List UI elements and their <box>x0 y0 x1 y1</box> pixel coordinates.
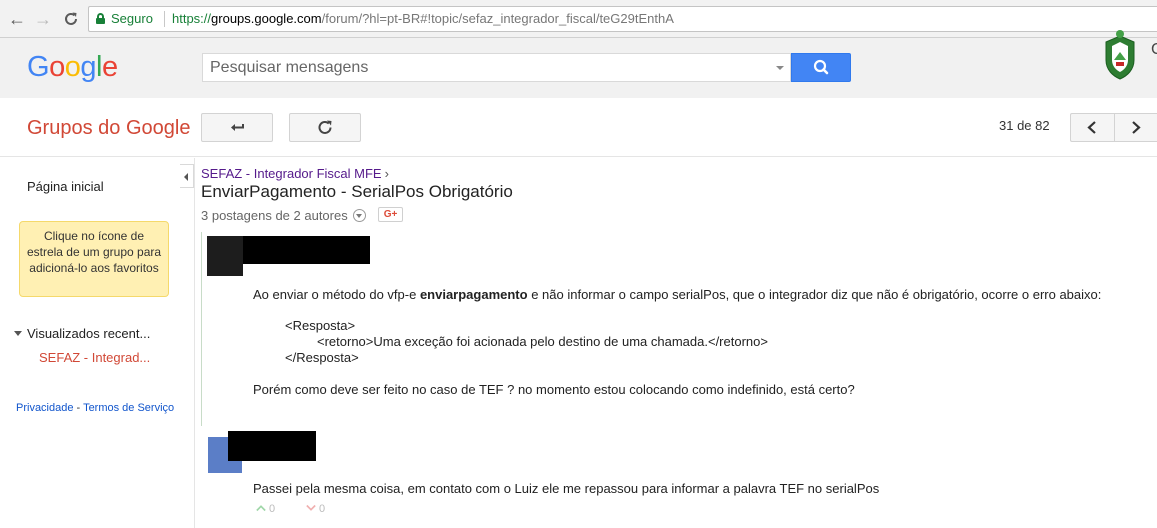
redacted-author <box>228 431 316 461</box>
triangle-down-icon <box>14 331 22 336</box>
chevron-up-icon <box>256 505 266 512</box>
search-box <box>202 53 791 82</box>
footer-dash: - <box>73 402 84 414</box>
privacy-link[interactable]: Privacidade <box>16 402 73 414</box>
collapse-sidebar-button[interactable] <box>180 164 194 188</box>
search-input[interactable] <box>203 54 773 81</box>
left-nav: Página inicial Clique no ícone de estrel… <box>0 158 180 528</box>
upvote-count: 0 <box>269 503 276 515</box>
logo-letter: o <box>64 51 81 83</box>
groups-title[interactable]: Grupos do Google <box>27 117 190 140</box>
message-body-line: Ao enviar o método do vfp-e enviarpagame… <box>253 287 1101 302</box>
secure-label: Seguro <box>111 11 153 26</box>
message-thread-border <box>201 232 202 426</box>
lock-icon <box>96 13 105 24</box>
favorites-tip: Clique no ícone de estrela de um grupo p… <box>19 221 169 297</box>
message-code-line: <Resposta> <box>285 318 356 333</box>
nav-divider <box>194 158 195 528</box>
logo-letter: e <box>101 51 118 83</box>
footer-links: Privacidade - Termos de Serviço <box>16 402 174 414</box>
message-code-line: </Resposta> <box>285 350 359 365</box>
message-text: e não informar o campo serialPos, que o … <box>527 287 1102 302</box>
google-logo[interactable]: Google <box>27 51 118 84</box>
breadcrumb-group-link[interactable]: SEFAZ - Integrador Fiscal MFE <box>201 166 382 181</box>
search-options-dropdown[interactable] <box>776 66 784 70</box>
google-plus-share-button[interactable]: G+ <box>378 207 403 222</box>
message-text-bold: enviarpagamento <box>419 287 528 302</box>
recent-group-link[interactable]: SEFAZ - Integrad... <box>39 350 150 365</box>
url-separator <box>164 11 165 27</box>
downvote-count: 0 <box>319 503 326 515</box>
message-body-line: Porém como deve ser feito no caso de TEF… <box>253 382 855 397</box>
message-code-line: <retorno>Uma exceção foi acionada pelo d… <box>317 334 768 349</box>
crest-logo-icon[interactable] <box>1100 30 1140 82</box>
chevron-right-icon <box>1132 121 1141 134</box>
url-scheme: https:// <box>172 11 212 26</box>
nav-home-link[interactable]: Página inicial <box>27 179 104 194</box>
back-arrow-icon <box>231 124 244 131</box>
downvote-button[interactable]: 0 <box>306 503 325 515</box>
back-arrow-icon[interactable]: ← <box>7 9 27 29</box>
address-bar[interactable]: Seguro https://groups.google.com/forum/?… <box>88 6 1157 32</box>
logo-letter: o <box>49 51 65 83</box>
reload-icon[interactable] <box>61 9 81 29</box>
expand-posts-icon[interactable] <box>353 209 366 222</box>
previous-button[interactable] <box>1071 114 1114 141</box>
recent-heading-label: Visualizados recent... <box>27 326 151 341</box>
page-count: 31 de 82 <box>999 118 1050 133</box>
pager <box>1070 113 1157 142</box>
back-to-topics-button[interactable] <box>201 113 273 142</box>
google-header: Google C <box>0 30 1157 98</box>
redacted-author <box>243 236 370 264</box>
recent-heading[interactable]: Visualizados recent... <box>14 326 150 341</box>
search-icon <box>813 59 829 75</box>
topic-title: EnviarPagamento - SerialPos Obrigatório <box>201 182 513 201</box>
groups-toolbar: Grupos do Google 31 de 82 <box>0 98 1157 157</box>
chevron-down-icon <box>306 504 316 511</box>
next-button[interactable] <box>1115 114 1157 141</box>
terms-link[interactable]: Termos de Serviço <box>83 402 174 414</box>
browser-toolbar: ← → Seguro https://groups.google.com/for… <box>0 0 1157 38</box>
avatar[interactable] <box>207 236 243 276</box>
chevron-left-icon <box>1087 121 1096 134</box>
triangle-left-icon <box>184 173 188 181</box>
breadcrumb-separator: › <box>384 166 389 181</box>
logo-letter: G <box>27 51 50 83</box>
refresh-button[interactable] <box>289 113 361 142</box>
message-text: Ao enviar o método do vfp-e <box>253 287 420 302</box>
message-body-line: Passei pela mesma coisa, em contato com … <box>253 481 880 496</box>
post-count: 3 postagens de 2 autores <box>201 208 348 223</box>
url-host: groups.google.com <box>211 11 322 26</box>
logo-letter: g <box>80 51 96 83</box>
url-text: https://groups.google.com/forum/?hl=pt-B… <box>172 7 674 31</box>
crest-label: C <box>1151 41 1157 58</box>
url-path: /forum/?hl=pt-BR#!topic/sefaz_integrador… <box>321 11 674 26</box>
refresh-icon <box>318 120 332 134</box>
upvote-button[interactable]: 0 <box>256 503 275 515</box>
search-button[interactable] <box>791 53 851 82</box>
breadcrumb: SEFAZ - Integrador Fiscal MFE › <box>201 166 389 181</box>
forward-arrow-icon[interactable]: → <box>33 9 53 29</box>
